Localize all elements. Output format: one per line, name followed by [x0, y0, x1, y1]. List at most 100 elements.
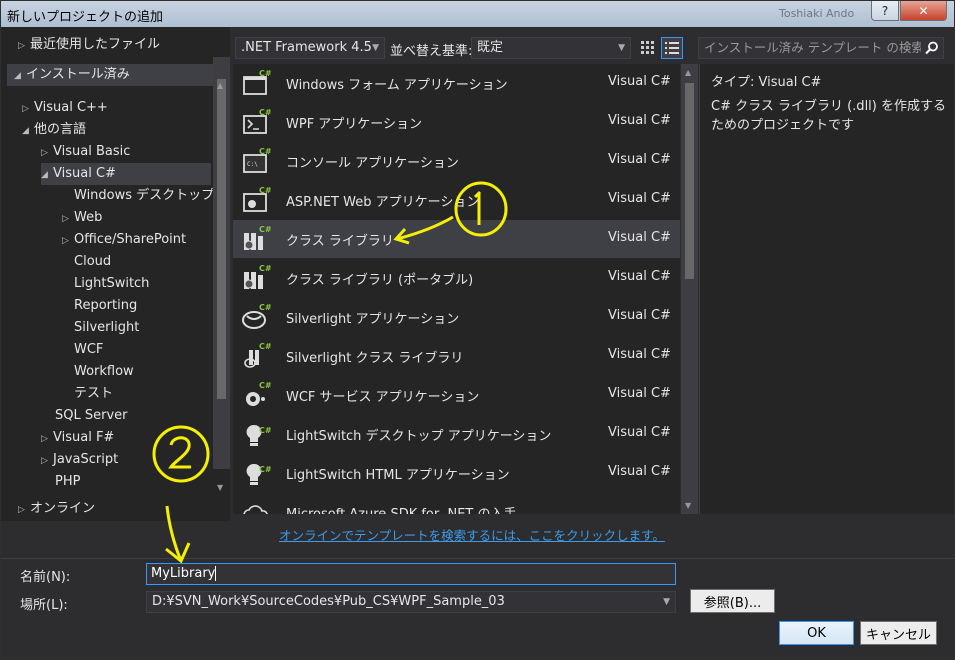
template-row[interactable]: C# WPF アプリケーション Visual C# [233, 103, 680, 141]
lightswitch-html-icon: C# [246, 463, 271, 485]
collapse-arrow-icon: ◢ [14, 71, 21, 81]
template-row-selected[interactable]: C# クラス ライブラリ Visual C# [233, 220, 680, 258]
list-view-button[interactable] [661, 37, 683, 59]
search-icon[interactable] [921, 38, 943, 58]
class-library-icon: C# [244, 225, 271, 250]
tree-item-php[interactable]: PHP [55, 471, 80, 493]
expand-arrow-icon: ▷ [18, 505, 25, 515]
expand-arrow-icon: ▷ [18, 41, 25, 51]
portable-library-icon: C# [244, 264, 271, 289]
winforms-icon: C# [243, 69, 271, 95]
expand-arrow-icon: ▷ [62, 236, 69, 246]
chevron-down-icon: ▼ [618, 43, 625, 53]
wcf-icon: C# [246, 381, 271, 406]
svg-text:C#: C# [259, 69, 271, 78]
location-label: 場所(L): [20, 598, 68, 613]
collapse-arrow-icon: ◢ [22, 126, 29, 136]
tree-item-visual-cpp[interactable]: ▷ Visual C++ [22, 97, 108, 119]
sort-select[interactable]: 既定 ▼ [471, 37, 631, 59]
console-icon: C:\C# [243, 147, 271, 173]
template-search-input[interactable]: インストール済み テンプレート の検索 (Ct [698, 37, 944, 59]
tree-item-installed[interactable]: ◢ インストール済み [7, 64, 229, 86]
tree-scrollbar-thumb[interactable] [217, 79, 226, 399]
tree-item-lightswitch[interactable]: LightSwitch [74, 273, 149, 295]
tree-item-other-languages[interactable]: ◢ 他の言語 [22, 119, 86, 141]
expand-arrow-icon: ▷ [22, 104, 29, 114]
template-row[interactable]: C# WCF サービス アプリケーション Visual C# [233, 376, 680, 414]
dialog-window: 新しいプロジェクトの追加 Toshiaki Ando ? ✕ ▷ 最近使用したファ… [0, 0, 955, 660]
svg-text:C#: C# [259, 225, 271, 234]
svg-text:C#: C# [259, 108, 271, 117]
ghost-user-name: Toshiaki Ando [779, 7, 855, 20]
chevron-down-icon: ▼ [372, 43, 379, 53]
ok-button[interactable]: OK [779, 621, 854, 645]
scroll-up-icon[interactable]: ▲ [685, 68, 691, 77]
svg-text:C#: C# [259, 186, 271, 195]
window-title: 新しいプロジェクトの追加 [7, 10, 164, 25]
grid-view-icon [641, 41, 654, 54]
tree-item-recent[interactable]: ▷ 最近使用したファイル [18, 34, 160, 56]
silverlight-icon: C# [242, 303, 271, 329]
template-list: C# Windows フォーム アプリケーション Visual C# C# WPF… [233, 64, 680, 514]
sort-label: 並べ替え基準: [390, 44, 473, 59]
cancel-button[interactable]: キャンセル [860, 621, 937, 645]
svg-text:C#: C# [259, 147, 271, 156]
tree-item-javascript[interactable]: ▷ JavaScript [41, 449, 118, 471]
small-icons-view-button[interactable] [637, 37, 659, 59]
template-row[interactable]: C# LightSwitch デスクトップ アプリケーション Visual C# [233, 415, 680, 453]
tree-item-visual-fsharp[interactable]: ▷ Visual F# [41, 427, 114, 449]
close-button[interactable]: ✕ [900, 1, 947, 21]
scroll-down-icon[interactable]: ▼ [685, 501, 691, 510]
tree-item-reporting[interactable]: Reporting [74, 295, 137, 317]
project-form: 名前(N): MyLibrary 場所(L): D:¥SVN_Work¥Sour… [1, 558, 954, 659]
project-name-input[interactable]: MyLibrary [146, 563, 676, 585]
template-row[interactable]: C# クラス ライブラリ (ポータブル) Visual C# [233, 259, 680, 297]
template-list-scrollbar-thumb[interactable] [685, 83, 694, 279]
expand-arrow-icon: ▷ [62, 214, 69, 224]
framework-select[interactable]: .NET Framework 4.5 ▼ [235, 37, 385, 59]
tree-item-visual-basic[interactable]: ▷ Visual Basic [41, 141, 130, 163]
scroll-up-icon[interactable]: ▲ [217, 81, 223, 90]
tree-item-web[interactable]: ▷ Web [62, 207, 102, 229]
scroll-down-icon[interactable]: ▼ [217, 483, 223, 492]
tree-item-wcf[interactable]: WCF [74, 339, 103, 361]
template-row[interactable]: C:\ C# コンソール アプリケーション Visual C# [233, 142, 680, 180]
tree-item-silverlight[interactable]: Silverlight [74, 317, 139, 339]
template-type: タイプ: Visual C# [711, 75, 822, 90]
template-row[interactable]: C# Silverlight アプリケーション Visual C# [233, 298, 680, 336]
template-description-panel: タイプ: Visual C# C# クラス ライブラリ (.dll) を作成する… [699, 64, 954, 514]
tree-item-visual-csharp[interactable]: ◢ Visual C# [41, 163, 211, 185]
svg-text:C#: C# [259, 465, 271, 474]
expand-arrow-icon: ▷ [41, 434, 48, 444]
list-view-icon [665, 42, 679, 54]
svg-text:C#: C# [259, 381, 271, 390]
collapse-arrow-icon: ◢ [41, 170, 48, 180]
help-button[interactable]: ? [871, 1, 899, 21]
text-cursor [215, 566, 217, 581]
tree-item-workflow[interactable]: Workflow [74, 361, 134, 383]
azure-icon [243, 505, 268, 514]
silverlight-library-icon: C# [244, 342, 271, 368]
online-templates-link[interactable]: オンラインでテンプレートを検索するには、ここをクリックします。 [279, 525, 665, 544]
tree-item-office-sharepoint[interactable]: ▷ Office/SharePoint [62, 229, 186, 251]
template-row[interactable]: C# ASP.NET Web アプリケーション Visual C# [233, 181, 680, 219]
template-description: C# クラス ライブラリ (.dll) を作成するためのプロジェクトです [711, 99, 946, 133]
template-row[interactable]: C# Windows フォーム アプリケーション Visual C# [233, 64, 680, 102]
tree-item-online[interactable]: ▷ オンライン [18, 498, 95, 520]
tree-item-cloud[interactable]: Cloud [74, 251, 111, 273]
tree-item-sql-server[interactable]: SQL Server [55, 405, 128, 427]
svg-text:C#: C# [259, 303, 271, 312]
tree-item-windows-desktop[interactable]: Windows デスクトップ [74, 185, 214, 207]
title-bar: 新しいプロジェクトの追加 Toshiaki Ando ? ✕ [1, 1, 954, 27]
lightswitch-icon: C# [246, 424, 271, 446]
tree-item-test[interactable]: テスト [74, 383, 113, 405]
expand-arrow-icon: ▷ [41, 148, 48, 158]
browse-button[interactable]: 参照(B)... [690, 589, 775, 613]
location-select[interactable]: D:¥SVN_Work¥SourceCodes¥Pub_CS¥WPF_Sampl… [146, 591, 676, 613]
svg-text:C#: C# [259, 426, 271, 435]
template-row[interactable]: C# LightSwitch HTML アプリケーション Visual C# [233, 454, 680, 492]
wpf-icon: C# [243, 108, 271, 134]
name-label: 名前(N): [20, 570, 71, 585]
template-row[interactable]: Microsoft Azure SDK for .NET の入手 [233, 493, 680, 514]
template-row[interactable]: C# Silverlight クラス ライブラリ Visual C# [233, 337, 680, 375]
